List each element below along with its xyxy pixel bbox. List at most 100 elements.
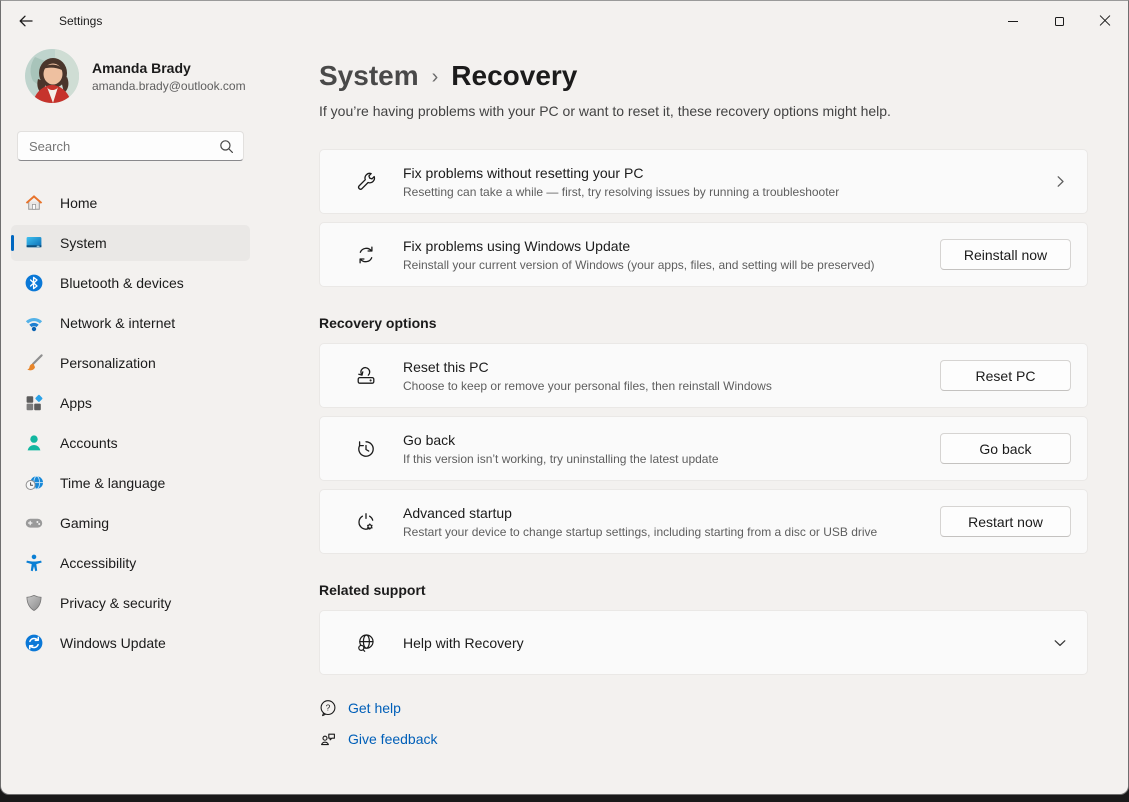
- reset-pc-icon: [354, 364, 378, 388]
- windows-update-fix-card: Fix problems using Windows Update Reinst…: [319, 222, 1088, 287]
- breadcrumb-parent[interactable]: System: [319, 56, 419, 96]
- sidebar-item-label: Windows Update: [60, 635, 166, 651]
- get-help-link[interactable]: ? Get help: [319, 699, 401, 717]
- advanced-startup-card: Advanced startup Restart your device to …: [319, 489, 1088, 554]
- window-title: Settings: [59, 14, 102, 28]
- accounts-icon: [24, 433, 44, 453]
- accessibility-icon: [24, 553, 44, 573]
- sidebar-item-windows-update[interactable]: Windows Update: [11, 625, 250, 661]
- go-back-subtitle: If this version isn’t working, try unins…: [403, 452, 928, 466]
- sidebar-item-apps[interactable]: Apps: [11, 385, 250, 421]
- sidebar-item-personalization[interactable]: Personalization: [11, 345, 250, 381]
- user-email: amanda.brady@outlook.com: [92, 79, 246, 93]
- recovery-options-heading: Recovery options: [319, 315, 1088, 331]
- related-support-heading: Related support: [319, 582, 1088, 598]
- restart-now-button[interactable]: Restart now: [940, 506, 1071, 537]
- page-title: Recovery: [451, 56, 577, 96]
- sidebar-item-system[interactable]: System: [11, 225, 250, 261]
- sidebar-item-label: Privacy & security: [60, 595, 171, 611]
- reinstall-now-button[interactable]: Reinstall now: [940, 239, 1071, 270]
- wrench-icon: [354, 170, 378, 194]
- chevron-down-icon[interactable]: [1053, 636, 1067, 650]
- reset-pc-subtitle: Choose to keep or remove your personal f…: [403, 379, 928, 393]
- sidebar-item-gaming[interactable]: Gaming: [11, 505, 250, 541]
- minimize-icon: [1008, 21, 1018, 22]
- breadcrumb-separator-icon: ›: [432, 54, 439, 97]
- windows-update-icon: [24, 633, 44, 653]
- sidebar: Amanda Brady amanda.brady@outlook.com: [1, 41, 291, 795]
- go-back-title: Go back: [403, 432, 928, 448]
- reset-pc-title: Reset this PC: [403, 359, 928, 375]
- support-links: ? Get help Give feedback: [319, 699, 1088, 748]
- sync-icon: [354, 243, 378, 267]
- search-box[interactable]: [17, 131, 244, 161]
- sidebar-item-label: Personalization: [60, 355, 156, 371]
- sidebar-item-label: System: [60, 235, 107, 251]
- advanced-startup-subtitle: Restart your device to change startup se…: [403, 525, 928, 539]
- sidebar-item-bluetooth[interactable]: Bluetooth & devices: [11, 265, 250, 301]
- apps-icon: [24, 393, 44, 413]
- sidebar-item-time-language[interactable]: Time & language: [11, 465, 250, 501]
- close-icon: [1099, 15, 1111, 27]
- sidebar-item-label: Gaming: [60, 515, 109, 531]
- sidebar-item-label: Accessibility: [60, 555, 136, 571]
- system-icon: [24, 233, 44, 253]
- help-with-recovery-title: Help with Recovery: [403, 635, 1041, 651]
- minimize-button[interactable]: [990, 1, 1036, 41]
- sidebar-item-privacy[interactable]: Privacy & security: [11, 585, 250, 621]
- help-with-recovery-card[interactable]: Help with Recovery: [319, 610, 1088, 675]
- power-gear-icon: [354, 510, 378, 534]
- go-back-button[interactable]: Go back: [940, 433, 1071, 464]
- user-info: Amanda Brady amanda.brady@outlook.com: [92, 60, 246, 93]
- sidebar-item-label: Apps: [60, 395, 92, 411]
- reset-pc-card: Reset this PC Choose to keep or remove y…: [319, 343, 1088, 408]
- reset-pc-button[interactable]: Reset PC: [940, 360, 1071, 391]
- give-feedback-label: Give feedback: [348, 731, 438, 747]
- windows-update-fix-subtitle: Reinstall your current version of Window…: [403, 258, 928, 272]
- breadcrumb: System › Recovery: [319, 54, 1088, 97]
- sidebar-item-label: Accounts: [60, 435, 118, 451]
- network-icon: [24, 313, 44, 333]
- main-content: System › Recovery If you’re having probl…: [291, 41, 1128, 795]
- user-name: Amanda Brady: [92, 60, 246, 76]
- window-controls: [990, 1, 1128, 41]
- windows-update-fix-title: Fix problems using Windows Update: [403, 238, 928, 254]
- sidebar-item-label: Time & language: [60, 475, 165, 491]
- chevron-right-icon: [1054, 175, 1067, 188]
- sidebar-nav: Home System: [11, 185, 291, 661]
- search-input[interactable]: [29, 139, 219, 154]
- bluetooth-icon: [24, 273, 44, 293]
- sidebar-item-accounts[interactable]: Accounts: [11, 425, 250, 461]
- sidebar-item-accessibility[interactable]: Accessibility: [11, 545, 250, 581]
- search-icon[interactable]: [219, 139, 234, 154]
- help-bubble-icon: ?: [319, 699, 337, 717]
- fix-problems-group: Fix problems without resetting your PC R…: [319, 149, 1088, 287]
- close-button[interactable]: [1082, 1, 1128, 41]
- svg-text:?: ?: [326, 703, 331, 713]
- sidebar-item-home[interactable]: Home: [11, 185, 250, 221]
- globe-search-icon: [354, 631, 378, 655]
- sidebar-item-label: Bluetooth & devices: [60, 275, 184, 291]
- back-button[interactable]: [7, 6, 45, 36]
- time-language-icon: [24, 473, 44, 493]
- maximize-icon: [1055, 17, 1064, 26]
- sidebar-item-label: Home: [60, 195, 97, 211]
- get-help-label: Get help: [348, 700, 401, 716]
- sidebar-item-label: Network & internet: [60, 315, 175, 331]
- go-back-card: Go back If this version isn’t working, t…: [319, 416, 1088, 481]
- give-feedback-link[interactable]: Give feedback: [319, 730, 438, 748]
- advanced-startup-title: Advanced startup: [403, 505, 928, 521]
- sidebar-item-network[interactable]: Network & internet: [11, 305, 250, 341]
- back-arrow-icon: [18, 13, 34, 29]
- page-description: If you’re having problems with your PC o…: [319, 103, 1088, 119]
- gaming-icon: [24, 513, 44, 533]
- user-profile[interactable]: Amanda Brady amanda.brady@outlook.com: [25, 49, 291, 103]
- troubleshoot-card[interactable]: Fix problems without resetting your PC R…: [319, 149, 1088, 214]
- history-clock-icon: [354, 437, 378, 461]
- related-support-group: Help with Recovery: [319, 610, 1088, 675]
- personalization-icon: [24, 353, 44, 373]
- maximize-button[interactable]: [1036, 1, 1082, 41]
- avatar: [25, 49, 79, 103]
- home-icon: [24, 193, 44, 213]
- feedback-icon: [319, 730, 337, 748]
